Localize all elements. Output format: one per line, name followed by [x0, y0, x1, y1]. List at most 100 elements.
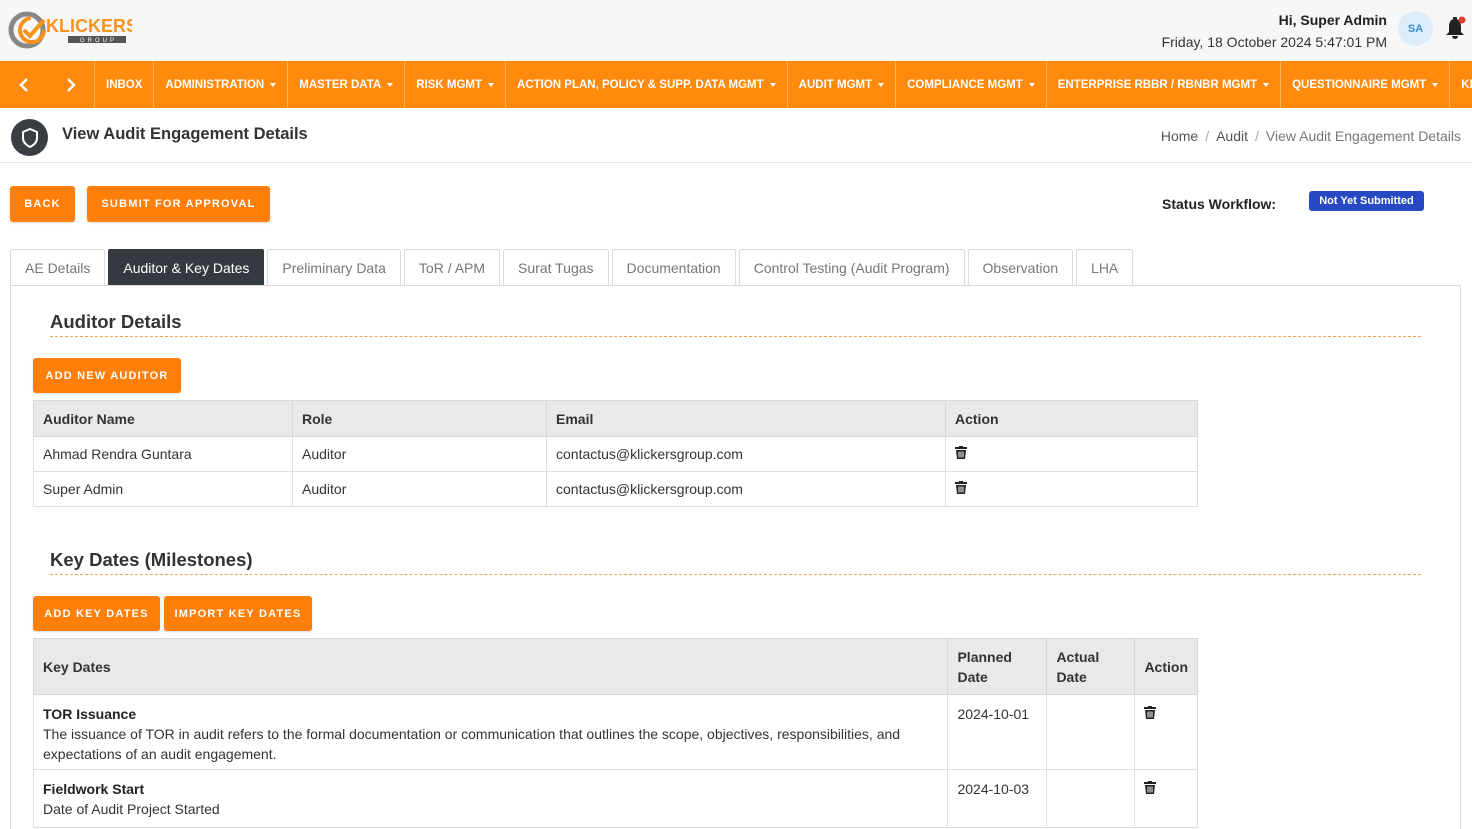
planned-date: 2024-10-01: [947, 694, 1048, 770]
actual-date: [1046, 769, 1136, 828]
tab-preliminary-data[interactable]: Preliminary Data: [267, 249, 401, 286]
main-nav: INBOX ADMINISTRATION MASTER DATA RISK MG…: [0, 61, 1472, 108]
nav-enterprise-rbbr[interactable]: ENTERPRISE RBBR / RBNBR MGMT: [1047, 61, 1282, 108]
shield-icon: [11, 119, 48, 156]
key-date-cell: Fieldwork Start Date of Audit Project St…: [32, 769, 949, 828]
auditor-email: contactus@klickersgroup.com: [546, 436, 946, 472]
nav-action-plan[interactable]: ACTION PLAN, POLICY & SUPP. DATA MGMT: [506, 61, 788, 108]
auditor-name: Ahmad Rendra Guntara: [33, 436, 293, 472]
nav-risk-mgmt[interactable]: RISK MGMT: [405, 61, 507, 108]
top-header: KLICKERS GROUP Hi, Super Admin Friday, 1…: [0, 0, 1472, 61]
breadcrumb-home[interactable]: Home: [1161, 128, 1198, 144]
auditor-table: Auditor Name Role Email Action Ahmad Ren…: [33, 400, 1198, 507]
notification-bell-icon[interactable]: [1444, 16, 1466, 40]
user-info: Hi, Super Admin Friday, 18 October 2024 …: [1162, 12, 1387, 50]
column-header: Action: [945, 400, 1198, 437]
import-key-dates-button[interactable]: IMPORT KEY DATES: [164, 596, 312, 631]
caret-down-icon: [1432, 82, 1439, 87]
auditor-role: Auditor: [292, 436, 547, 472]
breadcrumb-current: View Audit Engagement Details: [1265, 128, 1461, 144]
column-header: Role: [292, 400, 547, 437]
actual-date: [1046, 694, 1136, 770]
nav-label: ADMINISTRATION: [165, 78, 265, 91]
action-cell: [945, 471, 1198, 507]
nav-label: ACTION PLAN, POLICY & SUPP. DATA MGMT: [517, 78, 764, 91]
action-cell: [945, 436, 1198, 472]
nav-audit-mgmt[interactable]: AUDIT MGMT: [788, 61, 897, 108]
action-cell: [1134, 769, 1198, 828]
nav-master-data[interactable]: MASTER DATA: [288, 61, 406, 108]
status-badge: Not Yet Submitted: [1309, 191, 1424, 211]
nav-label: COMPLIANCE MGMT: [907, 78, 1023, 91]
logo-subtext: GROUP: [80, 38, 117, 44]
tab-tor-apm[interactable]: ToR / APM: [403, 249, 501, 286]
column-header: Auditor Name: [33, 400, 293, 437]
nav-label: KL: [1461, 78, 1472, 91]
key-date-cell: TOR Issuance The issuance of TOR in audi…: [32, 694, 949, 770]
submit-for-approval-button[interactable]: SUBMIT FOR APPROVAL: [87, 186, 270, 222]
current-datetime: Friday, 18 October 2024 5:47:01 PM: [1161, 34, 1387, 50]
chevron-left-icon[interactable]: [0, 61, 47, 108]
user-greeting: Hi, Super Admin: [1278, 12, 1387, 28]
trash-icon[interactable]: [1144, 704, 1157, 719]
key-date-description: Date of Audit Project Started: [43, 801, 220, 817]
page-title: View Audit Engagement Details: [62, 125, 308, 143]
avatar[interactable]: SA: [1398, 11, 1433, 46]
caret-down-icon: [1263, 82, 1270, 87]
breadcrumb-audit[interactable]: Audit: [1216, 128, 1248, 144]
klickers-logo[interactable]: KLICKERS GROUP: [8, 6, 138, 54]
table-header-row: Auditor Name Role Email Action: [33, 400, 1198, 437]
nav-compliance-mgmt[interactable]: COMPLIANCE MGMT: [896, 61, 1047, 108]
chevron-right-icon[interactable]: [47, 61, 94, 108]
tab-observation[interactable]: Observation: [967, 249, 1074, 286]
table-row: Super Admin Auditor contactus@klickersgr…: [33, 471, 1198, 507]
auditor-email: contactus@klickersgroup.com: [546, 471, 946, 507]
column-header: Key Dates: [32, 638, 949, 695]
nav-scroll-arrows: [0, 61, 95, 108]
auditor-name: Super Admin: [33, 471, 293, 507]
nav-administration[interactable]: ADMINISTRATION: [154, 61, 289, 108]
caret-down-icon: [878, 82, 885, 87]
tab-documentation[interactable]: Documentation: [611, 249, 736, 286]
auditor-role: Auditor: [292, 471, 547, 507]
add-new-auditor-button[interactable]: ADD NEW AUDITOR: [33, 358, 181, 393]
table-row: Ahmad Rendra Guntara Auditor contactus@k…: [33, 436, 1198, 472]
section-divider: [50, 574, 1421, 575]
nav-label: AUDIT MGMT: [798, 78, 873, 91]
trash-icon[interactable]: [955, 481, 967, 494]
status-workflow-label: Status Workflow:: [1162, 196, 1277, 212]
key-date-title: TOR Issuance: [43, 706, 137, 722]
auditor-details-title: Auditor Details: [50, 311, 182, 332]
back-button[interactable]: BACK: [10, 186, 75, 222]
caret-down-icon: [488, 82, 495, 87]
tab-control-testing[interactable]: Control Testing (Audit Program): [738, 249, 965, 286]
table-header-row: Key Dates Planned Date Actual Date Actio…: [32, 638, 1198, 695]
caret-down-icon: [387, 82, 394, 87]
add-key-dates-button[interactable]: ADD KEY DATES: [33, 596, 160, 631]
breadcrumb-separator: /: [1205, 128, 1210, 144]
caret-down-icon: [769, 82, 776, 87]
column-header: Email: [546, 400, 946, 437]
breadcrumb-separator: /: [1255, 128, 1259, 144]
tab-ae-details[interactable]: AE Details: [10, 249, 106, 286]
table-row: TOR Issuance The issuance of TOR in audi…: [32, 694, 1198, 770]
column-header: Action: [1134, 638, 1198, 695]
tab-auditor-key-dates[interactable]: Auditor & Key Dates: [108, 249, 265, 286]
logo-text: KLICKERS: [46, 16, 132, 36]
tab-surat-tugas[interactable]: Surat Tugas: [503, 249, 609, 286]
planned-date: 2024-10-03: [947, 769, 1048, 828]
nav-kl[interactable]: KL: [1450, 61, 1472, 108]
trash-icon[interactable]: [1144, 779, 1157, 794]
nav-questionnaire-mgmt[interactable]: QUESTIONNAIRE MGMT: [1281, 61, 1451, 108]
nav-label: ENTERPRISE RBBR / RBNBR MGMT: [1057, 78, 1258, 91]
nav-inbox[interactable]: INBOX: [95, 61, 155, 108]
key-dates-title: Key Dates (Milestones): [50, 549, 253, 570]
key-dates-table: Key Dates Planned Date Actual Date Actio…: [32, 638, 1198, 828]
tab-lha[interactable]: LHA: [1076, 249, 1134, 286]
column-header: Planned Date: [947, 638, 1048, 695]
caret-down-icon: [1028, 82, 1035, 87]
caret-down-icon: [270, 82, 277, 87]
trash-icon[interactable]: [955, 446, 967, 459]
page-header: View Audit Engagement Details Home / Aud…: [0, 108, 1472, 163]
nav-label: RISK MGMT: [416, 78, 483, 91]
